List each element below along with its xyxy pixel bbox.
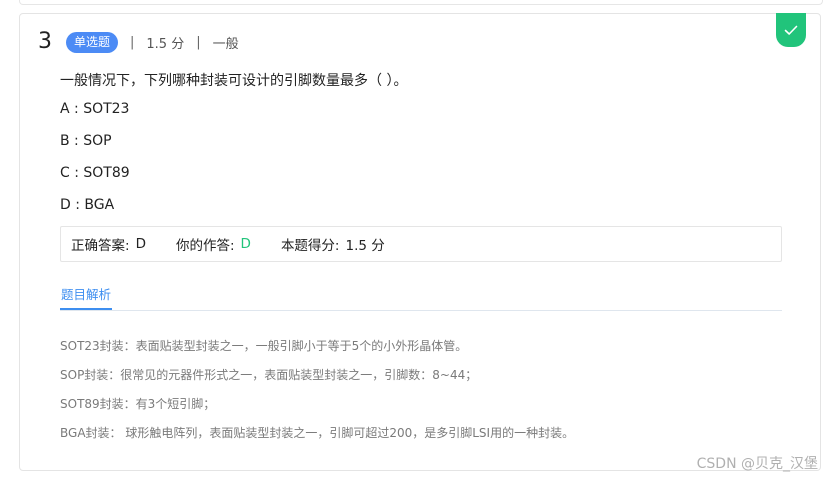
question-header: 3 单选题 | 1.5 分 | 一般	[38, 28, 239, 56]
analysis-line: SOT23封装：表面贴装型封装之一，一般引脚小于等于5个的小外形晶体管。	[60, 339, 468, 353]
question-difficulty: 一般	[212, 36, 239, 52]
correct-status-badge	[776, 13, 806, 47]
option-d: D : BGA	[60, 197, 115, 213]
meta-separator: |	[130, 34, 135, 50]
tab-analysis[interactable]: 题目解析	[60, 286, 113, 310]
analysis-line: SOT89封装：有3个短引脚；	[60, 397, 216, 411]
question-stem: 一般情况下，下列哪种封装可设计的引脚数量最多（ ）。	[60, 73, 408, 89]
points-value: 1.5 分	[345, 238, 385, 254]
your-answer-value: D	[240, 236, 251, 252]
question-number: 3	[38, 29, 52, 54]
option-a: A : SOT23	[60, 101, 130, 117]
correct-answer-value: D	[135, 236, 146, 252]
analysis-tabs: 题目解析	[60, 286, 782, 311]
correct-answer: 正确答案: D	[71, 234, 146, 254]
watermark: CSDN @贝克_汉堡	[696, 456, 818, 472]
analysis-line: SOP封装：很常见的元器件形式之一，表面贴装型封装之一，引脚数：8~44；	[60, 368, 478, 382]
question-card: 3 单选题 | 1.5 分 | 一般 一般情况下，下列哪种封装可设计的引脚数量最…	[19, 13, 821, 471]
question-type-badge: 单选题	[66, 31, 119, 53]
analysis-line: BGA封装： 球形触电阵列，表面贴装型封装之一，引脚可超过200，是多引脚LSI…	[60, 426, 575, 440]
check-icon	[784, 25, 798, 35]
meta-separator: |	[196, 34, 201, 50]
option-c: C : SOT89	[60, 165, 130, 181]
correct-answer-label: 正确答案:	[71, 238, 130, 254]
question-meta: | 1.5 分 | 一般	[130, 33, 239, 52]
your-answer: 你的作答: D	[176, 234, 251, 254]
previous-card-edge	[19, 0, 823, 5]
points-label: 本题得分:	[280, 238, 340, 254]
question-score: 1.5 分	[146, 36, 185, 52]
answer-summary: 正确答案: D 你的作答: D 本题得分: 1.5 分	[60, 226, 782, 262]
question-points: 本题得分: 1.5 分	[281, 234, 385, 254]
option-b: B : SOP	[60, 133, 112, 149]
your-answer-label: 你的作答:	[175, 238, 235, 254]
